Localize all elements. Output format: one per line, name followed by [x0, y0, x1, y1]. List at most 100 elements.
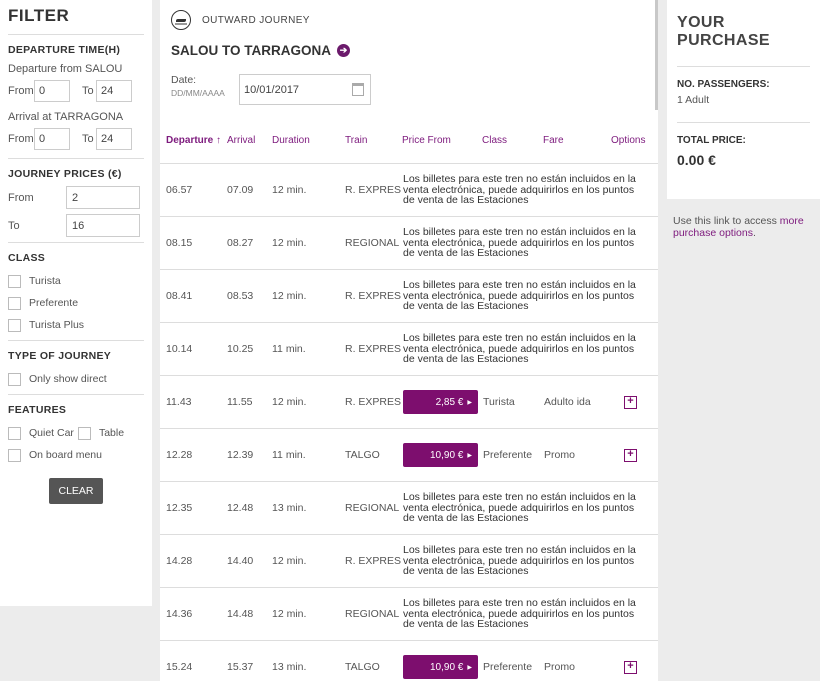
duration: 12 min. — [272, 290, 307, 302]
unavailable-note: Los billetes para este tren no están inc… — [403, 332, 636, 366]
arrival-from-input[interactable] — [34, 128, 70, 150]
train-type: R. EXPRES — [345, 555, 402, 567]
expand-plus-icon[interactable]: + — [624, 448, 637, 462]
header-departure[interactable]: Departure ↑ — [166, 135, 227, 146]
route-text: SALOU TO TARRAGONA — [171, 43, 331, 58]
fare-value: Promo — [544, 449, 575, 461]
onboard-menu-label: On board menu — [29, 449, 102, 461]
departure-from-label: Departure from SALOU — [8, 63, 123, 75]
train-type: TALGO — [345, 661, 380, 673]
duration: 12 min. — [272, 237, 307, 249]
purchase-title: YOUR PURCHASE — [677, 14, 770, 49]
total-price-value: 0.00 € — [677, 152, 716, 168]
from-label: From — [8, 133, 34, 145]
class-preferente-checkbox[interactable]: Preferente — [8, 292, 144, 314]
departure-time: 10.14 — [166, 343, 193, 355]
more-options-text: Use this link to access more purchase op… — [673, 215, 818, 239]
quiet-car-checkbox[interactable] — [8, 426, 21, 440]
only-direct-checkbox[interactable]: Only show direct — [8, 368, 144, 390]
caret-right-icon: ▶ — [467, 664, 472, 671]
checkbox-box[interactable] — [8, 372, 21, 386]
train-type: R. EXPRES — [345, 290, 402, 302]
journey-header: OUTWARD JOURNEY SALOU TO TARRAGONA ➔ Dat… — [160, 0, 658, 118]
class-value: Preferente — [483, 661, 533, 673]
checkbox-box[interactable] — [8, 296, 21, 310]
header-price[interactable]: Price From — [402, 135, 482, 146]
date-row: Date: DD/MM/AAAA 10/01/2017 — [171, 74, 647, 105]
table-row: 12.35 12.48 13 min. REGIONAL Los billetes pa… — [160, 482, 658, 535]
price-to-row: To — [8, 214, 144, 237]
features-section: FEATURES Quiet Car Table On board menu C… — [8, 394, 144, 504]
departure-time: 12.28 — [166, 449, 193, 461]
price-value: 10,90 € — [430, 661, 464, 673]
class-turista-plus-checkbox[interactable]: Turista Plus — [8, 314, 144, 336]
table-row: 08.15 08.27 12 min. REGIONAL Los billetes pa… — [160, 217, 658, 270]
arrow-right-icon[interactable]: ➔ — [337, 44, 350, 57]
checkbox-box[interactable] — [8, 448, 21, 462]
duration: 12 min. — [272, 184, 307, 196]
outward-journey-label: OUTWARD JOURNEY — [202, 14, 310, 26]
expand-plus-icon[interactable]: + — [624, 395, 637, 409]
departure-time: 12.35 — [166, 502, 193, 514]
clear-button[interactable]: CLEAR — [49, 478, 103, 504]
arrival-time: 12.48 — [227, 502, 254, 514]
departure-time: 14.36 — [166, 608, 193, 620]
route-title: SALOU TO TARRAGONA ➔ — [171, 43, 647, 58]
scrollbar[interactable] — [655, 0, 658, 110]
outward-journey-row: OUTWARD JOURNEY — [171, 10, 647, 30]
duration: 11 min. — [272, 449, 306, 461]
class-value: Preferente — [483, 449, 533, 461]
table-row: 12.28 12.39 11 min. TALGO 10,90 € ▶ Preferente… — [160, 429, 658, 482]
quiet-car-label: Quiet Car — [29, 427, 74, 439]
header-train[interactable]: Train — [345, 135, 402, 146]
table-row: 10.14 10.25 11 min. R. EXPRES Los billetes p… — [160, 323, 658, 376]
arrival-time: 14.40 — [227, 555, 254, 567]
table-checkbox[interactable] — [77, 426, 91, 440]
train-type: TALGO — [345, 449, 380, 461]
price-to-input[interactable] — [66, 214, 140, 237]
class-turista-label: Turista — [29, 275, 61, 287]
type-section: TYPE OF JOURNEY Only show direct — [8, 340, 144, 390]
table-row: 08.41 08.53 12 min. R. EXPRES Los billetes p… — [160, 270, 658, 323]
price-from-row: From — [8, 186, 144, 209]
departure-time: 06.57 — [166, 184, 193, 196]
class-turista-checkbox[interactable]: Turista — [8, 270, 144, 292]
filter-panel: FILTER DEPARTURE TIME(H) Departure from … — [0, 0, 152, 606]
header-duration[interactable]: Duration — [272, 135, 345, 146]
departure-from-input[interactable] — [34, 80, 70, 102]
price-from-input[interactable] — [66, 186, 140, 209]
departure-to-input[interactable] — [96, 80, 132, 102]
price-button[interactable]: 10,90 € ▶ — [403, 655, 478, 679]
class-heading: CLASS — [8, 252, 46, 264]
purchase-panel: YOUR PURCHASE NO. PASSENGERS: 1 Adult TO… — [667, 0, 820, 199]
arrival-time: 10.25 — [227, 343, 254, 355]
header-arrival[interactable]: Arrival — [227, 135, 272, 146]
header-class[interactable]: Class — [482, 135, 543, 146]
journey-rows: 06.57 07.09 12 min. R. EXPRES Los billetes p… — [160, 164, 658, 681]
date-input[interactable]: 10/01/2017 — [239, 74, 371, 105]
price-button[interactable]: 2,85 € ▶ — [403, 390, 478, 414]
departure-time: 15.24 — [166, 661, 193, 673]
departure-time-section: DEPARTURE TIME(H) Departure from SALOU F… — [8, 34, 144, 150]
type-heading: TYPE OF JOURNEY — [8, 350, 112, 362]
header-fare[interactable]: Fare — [543, 135, 611, 146]
expand-plus-icon[interactable]: + — [624, 660, 637, 674]
table-row: 14.36 14.48 12 min. REGIONAL Los billetes pa… — [160, 588, 658, 641]
departure-time: 11.43 — [166, 396, 192, 408]
train-type: REGIONAL — [345, 608, 400, 620]
price-button[interactable]: 10,90 € ▶ — [403, 443, 478, 467]
onboard-menu-checkbox[interactable]: On board menu — [8, 444, 144, 466]
arrival-to-input[interactable] — [96, 128, 132, 150]
arrival-time: 07.09 — [227, 184, 254, 196]
more-options-prefix: Use this link to access — [673, 215, 780, 227]
calendar-icon[interactable] — [352, 83, 364, 96]
duration: 13 min. — [272, 661, 307, 673]
checkbox-box[interactable] — [8, 274, 21, 288]
departure-range: From To — [8, 80, 144, 102]
departure-time: 14.28 — [166, 555, 193, 567]
train-type: REGIONAL — [345, 502, 400, 514]
train-type: REGIONAL — [345, 237, 400, 249]
checkbox-box[interactable] — [8, 318, 21, 332]
departure-time-heading: DEPARTURE TIME(H) — [8, 44, 121, 56]
class-value: Turista — [483, 396, 515, 408]
